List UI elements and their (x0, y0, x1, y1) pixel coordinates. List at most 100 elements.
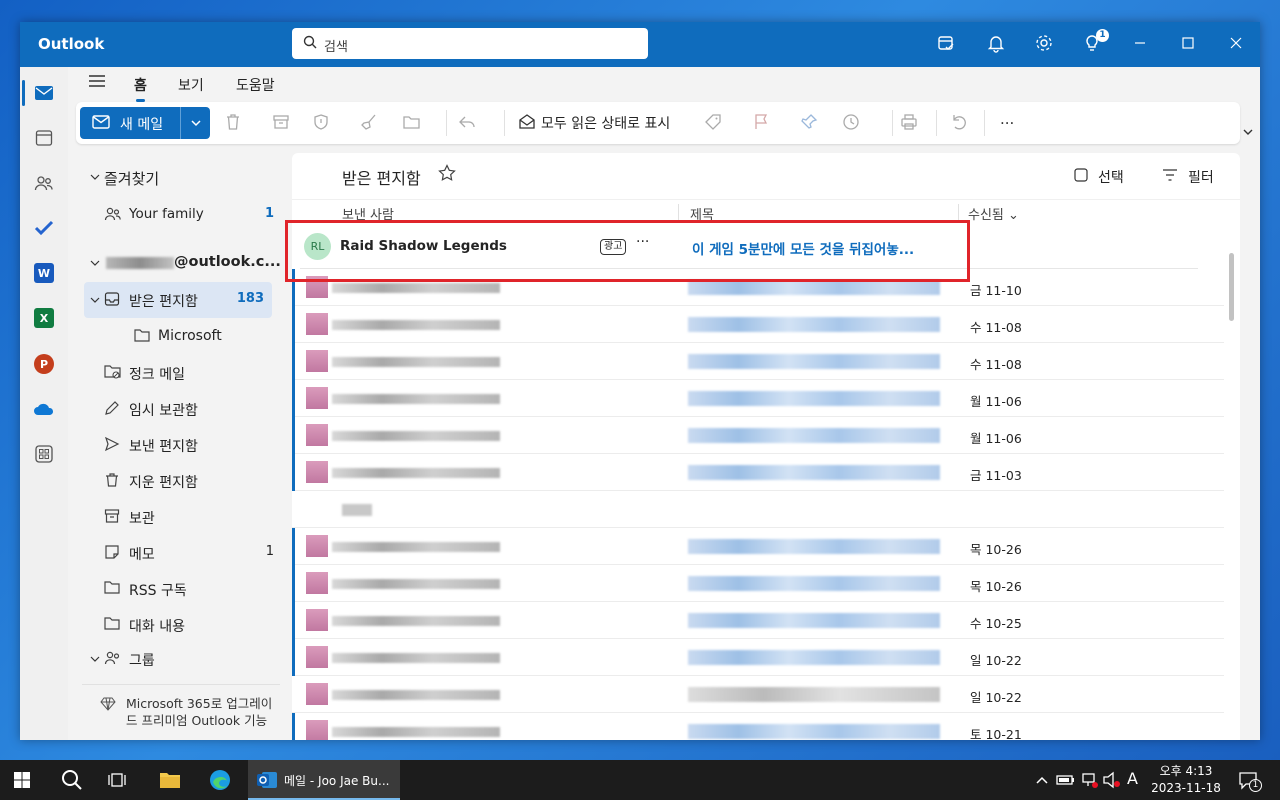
more-apps-icon[interactable] (32, 442, 56, 466)
windows-start-icon[interactable] (10, 768, 34, 792)
gear-icon[interactable] (1034, 33, 1058, 57)
edge-icon[interactable] (208, 768, 232, 792)
star-icon[interactable] (438, 164, 456, 186)
table-row[interactable]: 일 10-22 (292, 676, 1224, 713)
trash-icon (104, 472, 120, 492)
message-list-scrollbar[interactable] (1225, 231, 1239, 718)
undo-icon[interactable] (950, 113, 968, 135)
app-title: Outlook (38, 35, 105, 53)
calendar-check-icon[interactable] (936, 33, 960, 57)
folder-pane: 즐겨찾기 Your family 1 @outlook.c... 받은 편지함 … (68, 152, 290, 740)
reply-icon[interactable] (458, 113, 476, 135)
taskbar-outlook-button[interactable]: 메일 - Joo Jae Bu... (248, 760, 400, 800)
rail-selection-indicator (22, 80, 25, 106)
column-headers: 보낸 사람 제목 수신됨 ⌄ (292, 199, 1240, 225)
tab-home[interactable]: 홈 (134, 75, 147, 102)
folder-rss[interactable]: RSS 구독 (68, 572, 290, 606)
group-header-row[interactable] (292, 491, 1224, 528)
table-row[interactable]: 수 11-08 (292, 343, 1224, 380)
close-icon[interactable] (1226, 33, 1250, 57)
table-row[interactable]: 금 11-10 (292, 269, 1224, 306)
table-row[interactable]: 월 11-06 (292, 417, 1224, 454)
upgrade-banner[interactable]: Microsoft 365로 업그레이드 프리미엄 Outlook 기능 (82, 684, 280, 729)
folder-junk[interactable]: 정크 메일 (68, 356, 290, 390)
battery-icon[interactable] (1054, 768, 1078, 792)
lightbulb-icon[interactable]: 1 (1082, 29, 1109, 57)
folder-drafts[interactable]: 임시 보관함 (68, 392, 290, 426)
search-icon[interactable] (60, 768, 84, 792)
folder-conversation-history[interactable]: 대화 내용 (68, 608, 290, 642)
table-row[interactable]: 토 10-21 (292, 713, 1224, 740)
mail-icon[interactable] (32, 81, 56, 105)
chevron-down-icon (90, 256, 100, 272)
excel-icon[interactable]: X (32, 306, 56, 330)
favorites-header[interactable]: 즐겨찾기 (68, 160, 290, 194)
delete-icon[interactable] (224, 113, 242, 135)
new-mail-button[interactable]: 새 메일 (80, 107, 210, 139)
snooze-clock-icon[interactable] (842, 113, 860, 135)
table-row[interactable]: 월 11-06 (292, 380, 1224, 417)
new-mail-label: 새 메일 (120, 117, 164, 133)
chevron-down-icon[interactable] (190, 117, 202, 133)
hamburger-menu-icon[interactable] (88, 74, 106, 92)
table-row[interactable]: 목 10-26 (292, 528, 1224, 565)
tag-icon[interactable] (704, 113, 722, 135)
ribbon-expand-chevron-icon[interactable] (1242, 126, 1254, 142)
outlook-icon (256, 769, 278, 795)
pin-icon[interactable] (800, 113, 818, 135)
column-received[interactable]: 수신됨 ⌄ (968, 204, 1019, 223)
notification-badge: 1 (1249, 779, 1262, 792)
task-view-icon[interactable] (106, 768, 130, 792)
table-row[interactable]: 일 10-22 (292, 639, 1224, 676)
table-row[interactable]: 수 10-25 (292, 602, 1224, 639)
print-icon[interactable] (900, 113, 918, 135)
volume-muted-icon[interactable] (1100, 768, 1124, 792)
calendar-icon[interactable] (32, 126, 56, 150)
notification-center-icon[interactable]: 1 (1236, 768, 1262, 792)
column-subject[interactable]: 제목 (690, 204, 714, 223)
account-header[interactable]: @outlook.c... (68, 246, 290, 280)
ad-more-button[interactable]: ··· (636, 234, 649, 250)
filter-icon (1162, 169, 1178, 185)
todo-icon[interactable] (32, 216, 56, 240)
outlook-window: Outlook 검색 1 W X P 홈 보기 도움말 새 메일 모두 읽은 상… (20, 22, 1260, 740)
word-icon[interactable]: W (32, 261, 56, 285)
folder-archive[interactable]: 보관 (68, 500, 290, 534)
powerpoint-icon[interactable]: P (32, 352, 56, 376)
ime-indicator[interactable]: A (1127, 769, 1138, 788)
archive-icon[interactable] (272, 113, 290, 135)
groups-header[interactable]: 그룹 (68, 642, 290, 676)
mark-all-read-button[interactable]: 모두 읽은 상태로 표시 (541, 113, 670, 133)
note-icon (104, 544, 120, 564)
flag-icon[interactable] (752, 113, 770, 135)
maximize-icon[interactable] (1178, 33, 1202, 57)
search-input[interactable]: 검색 (292, 28, 648, 59)
report-shield-icon[interactable] (312, 113, 330, 135)
folder-microsoft[interactable]: Microsoft (68, 320, 290, 354)
table-row[interactable]: 목 10-26 (292, 565, 1224, 602)
table-row[interactable]: 수 11-08 (292, 306, 1224, 343)
file-explorer-icon[interactable] (158, 768, 182, 792)
folder-your-family[interactable]: Your family 1 (68, 198, 290, 232)
folder-sent[interactable]: 보낸 편지함 (68, 428, 290, 462)
system-clock[interactable]: 오후 4:13 2023-11-18 (1150, 763, 1222, 797)
column-from[interactable]: 보낸 사람 (342, 204, 394, 223)
network-icon[interactable] (1078, 768, 1102, 792)
chevron-up-icon[interactable] (1030, 768, 1054, 792)
folder-deleted[interactable]: 지운 편지함 (68, 464, 290, 498)
tab-help[interactable]: 도움말 (236, 75, 275, 95)
onedrive-icon[interactable] (32, 397, 56, 421)
send-icon (104, 436, 120, 456)
move-to-folder-icon[interactable] (402, 113, 422, 135)
tab-view[interactable]: 보기 (178, 75, 204, 95)
table-row[interactable]: 금 11-03 (292, 454, 1224, 491)
folder-notes[interactable]: 메모 1 (68, 536, 290, 570)
sweep-icon[interactable] (360, 113, 378, 135)
bell-icon[interactable] (986, 33, 1010, 57)
minimize-icon[interactable] (1130, 33, 1154, 57)
ad-message-row[interactable]: RL Raid Shadow Legends 광고 ··· 이 게임 5분만에 … (292, 225, 1224, 269)
more-options-button[interactable]: ... (1000, 110, 1014, 128)
checkbox-icon (1074, 168, 1088, 186)
people-icon[interactable] (32, 171, 56, 195)
folder-inbox[interactable]: 받은 편지함 183 (84, 282, 272, 318)
